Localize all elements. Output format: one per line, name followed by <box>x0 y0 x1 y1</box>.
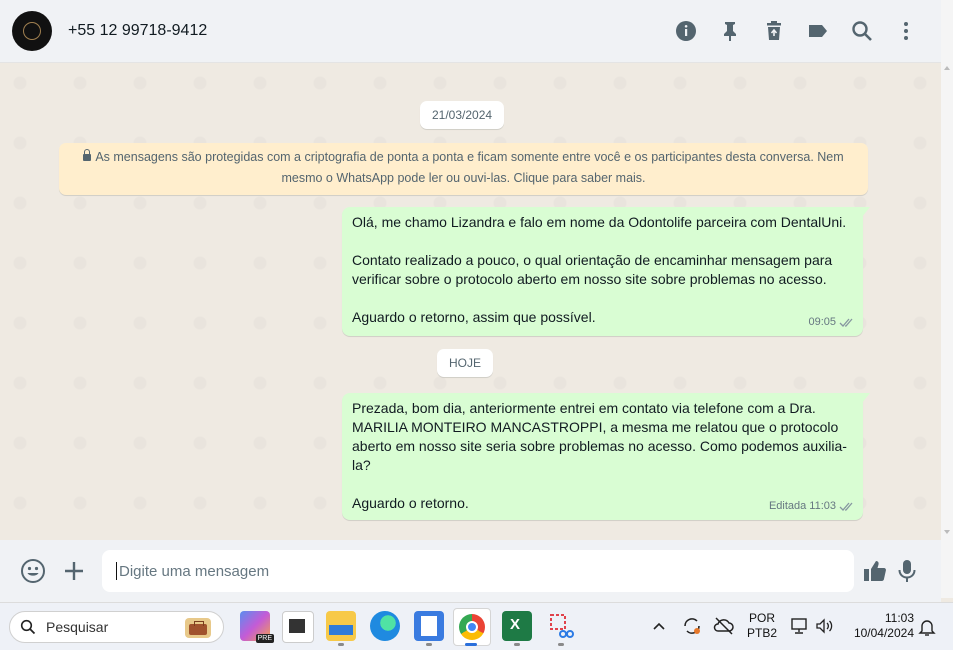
label-icon[interactable] <box>805 18 831 44</box>
thumbs-up-icon[interactable] <box>860 556 890 586</box>
message-text: Olá, me chamo Lizandra e falo em nome da… <box>352 214 847 230</box>
message-text: Prezada, bom dia, anteriormente entrei e… <box>352 400 847 473</box>
composer-bar: Digite uma mensagem <box>0 540 941 602</box>
notification-bell-icon[interactable] <box>918 617 936 637</box>
clock-date: 10/04/2024 <box>853 626 914 640</box>
chat-header: +55 12 99718-9412 <box>0 0 941 63</box>
taskbar-search-label: Pesquisar <box>46 619 109 635</box>
keyboard-layout: PTB2 <box>746 626 777 640</box>
scroll-down-arrow-icon[interactable] <box>944 530 950 534</box>
clock-time: 11:03 <box>884 611 914 625</box>
file-explorer-icon[interactable] <box>326 611 356 641</box>
language-indicator[interactable]: POR PTB2 <box>746 611 778 641</box>
attach-plus-icon[interactable] <box>59 556 89 586</box>
trash-icon[interactable] <box>761 18 787 44</box>
message-input[interactable]: Digite uma mensagem <box>102 550 854 592</box>
date-separator: HOJE <box>437 349 494 377</box>
chat-scrollbar[interactable] <box>941 0 953 598</box>
menu-dots-icon[interactable] <box>893 18 919 44</box>
clock[interactable]: 11:03 10/04/2024 <box>846 611 914 641</box>
header-actions <box>673 0 919 62</box>
volume-icon[interactable] <box>814 617 834 635</box>
show-hidden-icons-chevron-icon[interactable] <box>652 621 666 631</box>
windows-taskbar: Pesquisar PRE X POR PTB2 11:03 10/04/202… <box>0 602 953 650</box>
app-running-indicator <box>338 643 344 646</box>
excel-icon[interactable]: X <box>502 611 532 641</box>
cloud-off-icon[interactable] <box>713 616 735 636</box>
pin-icon[interactable] <box>717 18 743 44</box>
contact-name[interactable]: +55 12 99718-9412 <box>68 22 207 40</box>
scroll-up-arrow-icon[interactable] <box>944 66 950 70</box>
outgoing-message[interactable]: Olá, me chamo Lizandra e falo em nome da… <box>342 207 870 336</box>
app-running-indicator <box>426 643 432 646</box>
info-icon[interactable] <box>673 18 699 44</box>
copilot-app-icon[interactable]: PRE <box>240 611 274 643</box>
encryption-notice-line2: mesmo o WhatsApp pode ler ou ouvi-las. C… <box>281 171 646 185</box>
microphone-icon[interactable] <box>892 556 922 586</box>
network-display-icon[interactable] <box>790 617 810 635</box>
message-meta: Editada 11:03 <box>769 497 855 516</box>
task-view-icon[interactable] <box>282 611 314 643</box>
sync-icon[interactable] <box>681 615 703 637</box>
snipping-tool-icon[interactable] <box>546 611 576 641</box>
emoji-icon[interactable] <box>18 556 48 586</box>
search-icon[interactable] <box>849 18 875 44</box>
outgoing-message[interactable]: Prezada, bom dia, anteriormente entrei e… <box>342 393 870 520</box>
encryption-notice-line1: As mensagens são protegidas com a cripto… <box>95 150 844 164</box>
message-text: Aguardo o retorno, assim que possível. <box>352 309 596 325</box>
language-code: POR <box>748 611 775 625</box>
pre-badge: PRE <box>255 634 274 643</box>
briefcase-icon <box>185 618 211 638</box>
chrome-browser-icon[interactable] <box>453 608 491 646</box>
message-input-placeholder: Digite uma mensagem <box>119 562 270 580</box>
search-icon <box>20 619 36 635</box>
message-meta: 09:05 <box>808 313 855 332</box>
encryption-notice[interactable]: As mensagens são protegidas com a cripto… <box>59 143 868 195</box>
message-time: 11:03 <box>809 500 836 512</box>
message-list[interactable]: 21/03/2024 As mensagens são protegidas c… <box>0 63 941 540</box>
app-running-indicator <box>558 643 564 646</box>
app-running-indicator <box>514 643 520 646</box>
notepad-icon[interactable] <box>414 611 444 641</box>
message-text: Contato realizado a pouco, o qual orient… <box>352 252 833 287</box>
read-ticks-icon <box>839 502 853 511</box>
lock-icon <box>83 149 92 161</box>
taskbar-search[interactable]: Pesquisar <box>9 611 224 643</box>
edge-browser-icon[interactable] <box>370 611 400 641</box>
read-ticks-icon <box>839 318 853 327</box>
message-time: 09:05 <box>808 316 836 328</box>
app-active-indicator <box>465 643 477 646</box>
date-separator: 21/03/2024 <box>420 101 505 129</box>
edited-label: Editada <box>768 500 807 512</box>
text-caret <box>116 562 117 580</box>
contact-avatar[interactable] <box>12 11 52 51</box>
